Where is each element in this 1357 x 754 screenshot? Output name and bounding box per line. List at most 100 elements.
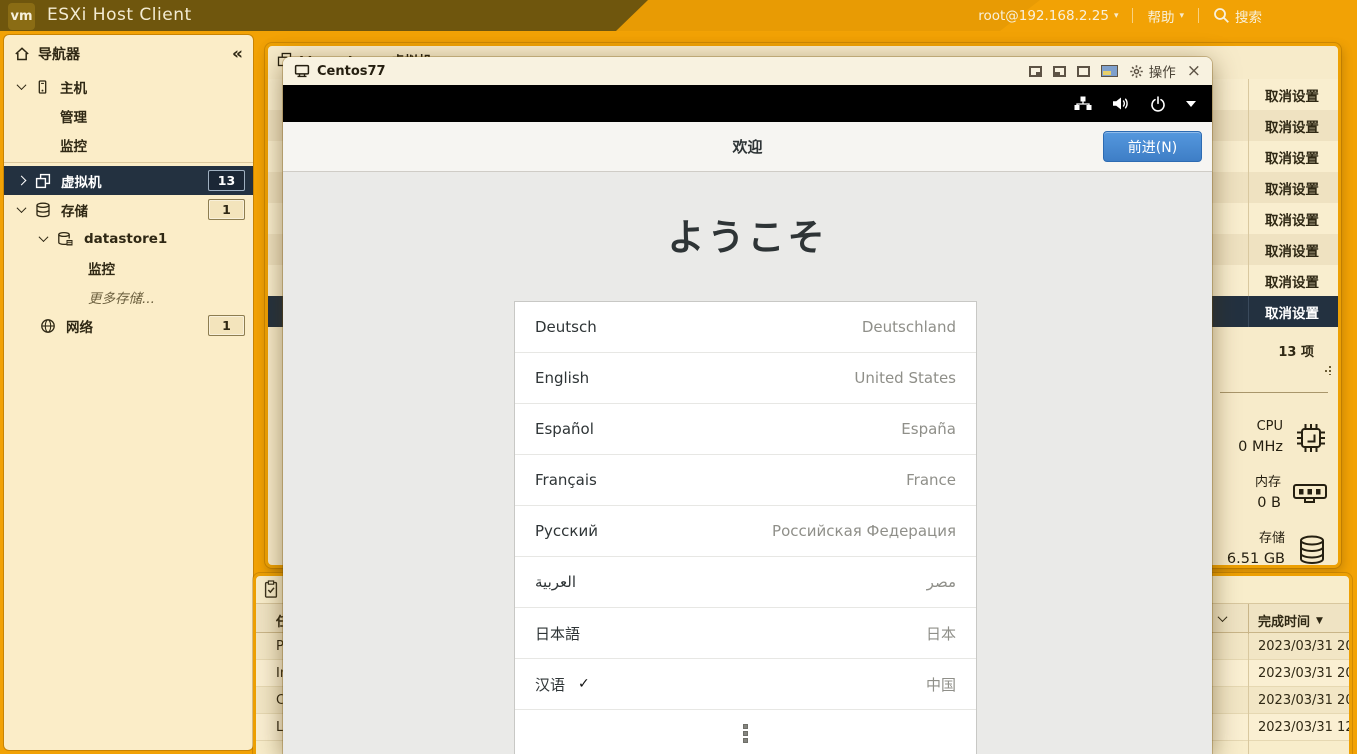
chevron-down-icon bbox=[17, 80, 27, 90]
window-dock-icon[interactable] bbox=[1053, 66, 1066, 77]
cpu-icon bbox=[1294, 421, 1328, 455]
cancel-settings-button[interactable]: 取消设置 bbox=[1248, 234, 1335, 265]
host-icon bbox=[35, 79, 50, 95]
actions-label: 操作 bbox=[1149, 61, 1176, 81]
guest-menu-caret-icon[interactable] bbox=[1186, 101, 1196, 107]
storage-icon bbox=[35, 202, 51, 218]
tasks-column-separator bbox=[1248, 604, 1249, 634]
task-completed-time: 2023/03/31 20: bbox=[1258, 693, 1352, 708]
sidebar-item-label: 监控 bbox=[60, 135, 87, 155]
sidebar-item-datastore1[interactable]: datastore1 bbox=[4, 224, 253, 253]
close-icon[interactable]: × bbox=[1187, 63, 1201, 80]
menu-divider bbox=[1198, 8, 1199, 23]
language-row[interactable]: العربية مصر bbox=[515, 557, 976, 608]
guest-power-icon[interactable] bbox=[1150, 96, 1166, 112]
resize-grip-icon[interactable] bbox=[1323, 360, 1332, 379]
vm-icon bbox=[35, 173, 51, 189]
cancel-settings-button[interactable]: 取消设置 bbox=[1248, 296, 1335, 327]
language-row[interactable]: Español España bbox=[515, 404, 976, 455]
sidebar-item-virtual-machines[interactable]: 虚拟机 13 bbox=[4, 166, 253, 195]
navigator-sidebar: 导航器 « 主机 管理 监控 虚拟机 13 bbox=[4, 35, 253, 750]
language-name: العربية bbox=[535, 573, 576, 591]
more-languages-expander[interactable] bbox=[515, 710, 976, 754]
esxi-host-client-screen: vm ESXi Host Client root@192.168.2.25 ▾ … bbox=[0, 0, 1357, 754]
chevron-down-icon[interactable] bbox=[1218, 612, 1228, 622]
welcome-heading: ようこそ bbox=[283, 207, 1212, 261]
user-menu[interactable]: root@192.168.2.25 ▾ bbox=[978, 8, 1118, 24]
window-maximize-icon[interactable] bbox=[1077, 66, 1090, 77]
top-bar-menus: root@192.168.2.25 ▾ 帮助 ▾ 搜索 bbox=[978, 0, 1262, 31]
cancel-settings-button[interactable]: 取消设置 bbox=[1248, 79, 1335, 110]
language-row-selected[interactable]: 汉语 ✓ 中国 bbox=[515, 659, 976, 710]
console-screenshot-icon[interactable] bbox=[1101, 65, 1118, 77]
help-menu[interactable]: 帮助 ▾ bbox=[1147, 6, 1184, 26]
top-bar: vm ESXi Host Client root@192.168.2.25 ▾ … bbox=[0, 0, 1357, 31]
sidebar-item-label: 主机 bbox=[60, 77, 87, 97]
completed-time-column-header[interactable]: 完成时间 ▼ bbox=[1258, 611, 1323, 630]
gear-icon bbox=[1129, 64, 1144, 79]
sidebar-item-label: 管理 bbox=[60, 106, 87, 126]
menu-divider bbox=[1132, 8, 1133, 23]
language-name: 日本語 bbox=[535, 623, 580, 644]
guest-network-icon[interactable] bbox=[1074, 96, 1092, 111]
memory-icon bbox=[1292, 481, 1328, 507]
sidebar-item-label: 更多存储... bbox=[88, 287, 155, 307]
language-list: Deutsch Deutschland English United State… bbox=[514, 301, 977, 754]
vm-count-badge: 13 bbox=[208, 170, 245, 191]
cancel-settings-button[interactable]: 取消设置 bbox=[1248, 172, 1335, 203]
search-label: 搜索 bbox=[1235, 6, 1262, 26]
tasks-column-separator bbox=[1248, 634, 1249, 754]
language-region: France bbox=[906, 471, 956, 489]
home-icon bbox=[14, 46, 30, 62]
collapse-sidebar-button[interactable]: « bbox=[232, 44, 243, 64]
network-icon bbox=[40, 318, 56, 334]
sidebar-item-storage[interactable]: 存储 1 bbox=[4, 195, 253, 224]
network-count-badge: 1 bbox=[208, 315, 245, 336]
storage-label: 存储 bbox=[1227, 530, 1285, 549]
cpu-label: CPU bbox=[1238, 418, 1283, 437]
console-titlebar[interactable]: Centos77 操作 × bbox=[283, 57, 1212, 85]
vmware-logo: vm bbox=[8, 3, 35, 30]
sidebar-item-more-storage[interactable]: 更多存储... bbox=[4, 282, 253, 311]
sidebar-item-network[interactable]: 网络 1 bbox=[4, 311, 253, 340]
language-row[interactable]: English United States bbox=[515, 353, 976, 404]
storage-value: 6.51 GB bbox=[1227, 549, 1285, 568]
language-row[interactable]: Русский Российская Федерация bbox=[515, 506, 976, 557]
sidebar-item-monitor[interactable]: 监控 bbox=[4, 130, 253, 159]
installer-header: 欢迎 前进(N) bbox=[283, 122, 1212, 172]
guest-status-icons bbox=[1074, 85, 1196, 122]
sidebar-item-manage[interactable]: 管理 bbox=[4, 101, 253, 130]
stats-divider bbox=[1220, 392, 1328, 393]
chevron-down-icon bbox=[39, 232, 49, 242]
language-row[interactable]: Deutsch Deutschland bbox=[515, 302, 976, 353]
console-window-controls: 操作 × bbox=[1029, 61, 1201, 81]
search-control[interactable]: 搜索 bbox=[1213, 6, 1262, 26]
language-name: Español bbox=[535, 420, 594, 438]
sidebar-item-label: 虚拟机 bbox=[61, 171, 102, 191]
cancel-settings-button[interactable]: 取消设置 bbox=[1248, 141, 1335, 172]
language-region: مصر bbox=[927, 573, 956, 591]
language-region: España bbox=[901, 420, 956, 438]
window-restore-icon[interactable] bbox=[1029, 66, 1042, 77]
memory-label: 内存 bbox=[1255, 474, 1281, 493]
user-menu-label: root@192.168.2.25 bbox=[978, 8, 1109, 24]
language-name: 汉语 ✓ bbox=[535, 674, 590, 695]
storage-count-badge: 1 bbox=[208, 199, 245, 220]
cancel-settings-button[interactable]: 取消设置 bbox=[1248, 110, 1335, 141]
cancel-settings-button[interactable]: 取消设置 bbox=[1248, 203, 1335, 234]
actions-menu-button[interactable]: 操作 bbox=[1129, 61, 1176, 81]
language-row[interactable]: Français France bbox=[515, 455, 976, 506]
cancel-settings-button[interactable]: 取消设置 bbox=[1248, 265, 1335, 296]
sidebar-divider bbox=[4, 162, 253, 163]
language-row[interactable]: 日本語 日本 bbox=[515, 608, 976, 659]
forward-button[interactable]: 前进(N) bbox=[1103, 131, 1202, 162]
check-icon: ✓ bbox=[578, 676, 590, 692]
sidebar-item-label: datastore1 bbox=[84, 231, 167, 247]
sidebar-item-host[interactable]: 主机 bbox=[4, 72, 253, 101]
caret-down-icon: ▾ bbox=[1179, 11, 1184, 21]
navigator-title: 导航器 bbox=[38, 44, 80, 64]
help-menu-label: 帮助 bbox=[1147, 6, 1174, 26]
search-icon bbox=[1213, 7, 1230, 24]
sidebar-item-datastore-monitor[interactable]: 监控 bbox=[4, 253, 253, 282]
guest-volume-icon[interactable] bbox=[1112, 96, 1130, 111]
